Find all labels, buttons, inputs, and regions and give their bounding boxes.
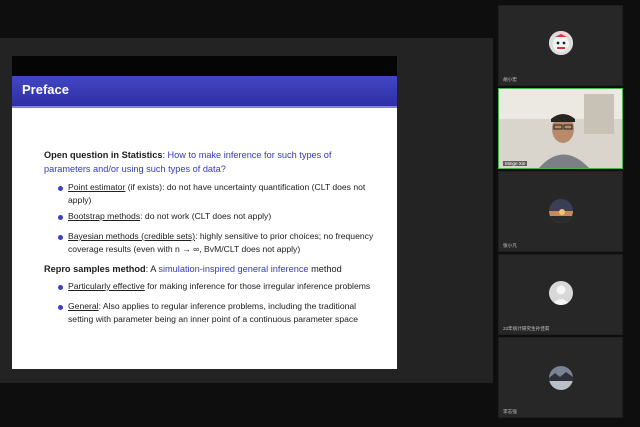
bullet-text: : Also applies to regular inference prob… [98, 301, 357, 311]
slide-title-bar: Preface [12, 76, 397, 108]
open-question-text-2: parameters and/or using such types of da… [44, 164, 226, 174]
bullet-general: General: Also applies to regular inferen… [68, 300, 356, 313]
bullet-text: (if exists): do not have uncertainty qua… [125, 182, 366, 192]
open-question-label: Open question in Statistics [44, 150, 163, 160]
presentation-slide: Preface Open question in Statistics: How… [12, 56, 397, 369]
bullet-marker [58, 305, 63, 310]
bullet-text: : highly sensitive to prior choices; no … [195, 231, 374, 241]
sunset-avatar-icon [549, 199, 573, 223]
bullet-term: Particularly effective [68, 281, 145, 291]
participant-name: 张小凡 [503, 243, 517, 248]
repro-sep: : A [145, 264, 159, 274]
slide-top-bar [12, 56, 397, 76]
bullet-bayesian: Bayesian methods (credible sets): highly… [68, 230, 373, 243]
cartoon-avatar-icon [549, 31, 573, 55]
participant-name: 李志强 [503, 409, 517, 414]
slide-title: Preface [22, 82, 69, 97]
participant-tile[interactable]: 胡小宏 [498, 5, 623, 86]
repro-end: method [308, 264, 342, 274]
bullet-text: : do not work (CLT does not apply) [140, 211, 272, 221]
open-question-text-1: How to make inference for such types of [167, 150, 332, 160]
bullet-marker [58, 285, 63, 290]
repro-label: Repro samples method [44, 264, 146, 274]
bullet-marker [58, 186, 63, 191]
participant-name: Minge Xie [503, 161, 528, 166]
bullet-term: Bayesian methods (credible sets) [68, 231, 196, 241]
bullet-text: for making inference for those irregular… [144, 281, 371, 291]
bullet-particularly-effective: Particularly effective for making infere… [68, 280, 370, 293]
participant-name: 胡小宏 [503, 77, 517, 82]
bullet-marker [58, 215, 63, 220]
bullet-text-cont: coverage results (even with n → ∞, BvM/C… [68, 244, 301, 254]
bullet-term: Bootstrap methods [68, 211, 141, 221]
bullet-term: General [68, 301, 99, 311]
participant-tile[interactable]: 李志强 [498, 337, 623, 418]
open-question-line1: Open question in Statistics: How to make… [44, 149, 331, 162]
participants-sidebar: 胡小宏 Minge Xie 张小凡 23年统计研究生孙佳茹 李志强 [493, 0, 640, 427]
bullet-term: Point estimator [68, 182, 126, 192]
bullet-point-estimator: Point estimator (if exists): do not have… [68, 181, 365, 194]
lake-avatar-icon [549, 366, 573, 390]
participant-name: 23年统计研究生孙佳茹 [503, 326, 550, 331]
participant-tile[interactable]: 23年统计研究生孙佳茹 [498, 254, 623, 335]
repro-highlight: simulation-inspired general inference [158, 264, 309, 274]
bullet-bootstrap: Bootstrap methods: do not work (CLT does… [68, 210, 271, 223]
bullet-text-cont: apply) [68, 195, 92, 205]
participant-tile[interactable]: 张小凡 [498, 171, 623, 252]
participant-tile-active-speaker[interactable]: Minge Xie [498, 88, 623, 169]
bullet-text-cont: setting with parameter being an inner po… [68, 314, 358, 324]
default-person-avatar-icon [549, 281, 573, 305]
bullet-marker [58, 235, 63, 240]
repro-method-line: Repro samples method: A simulation-inspi… [44, 263, 342, 276]
camera-video-icon [499, 89, 622, 168]
